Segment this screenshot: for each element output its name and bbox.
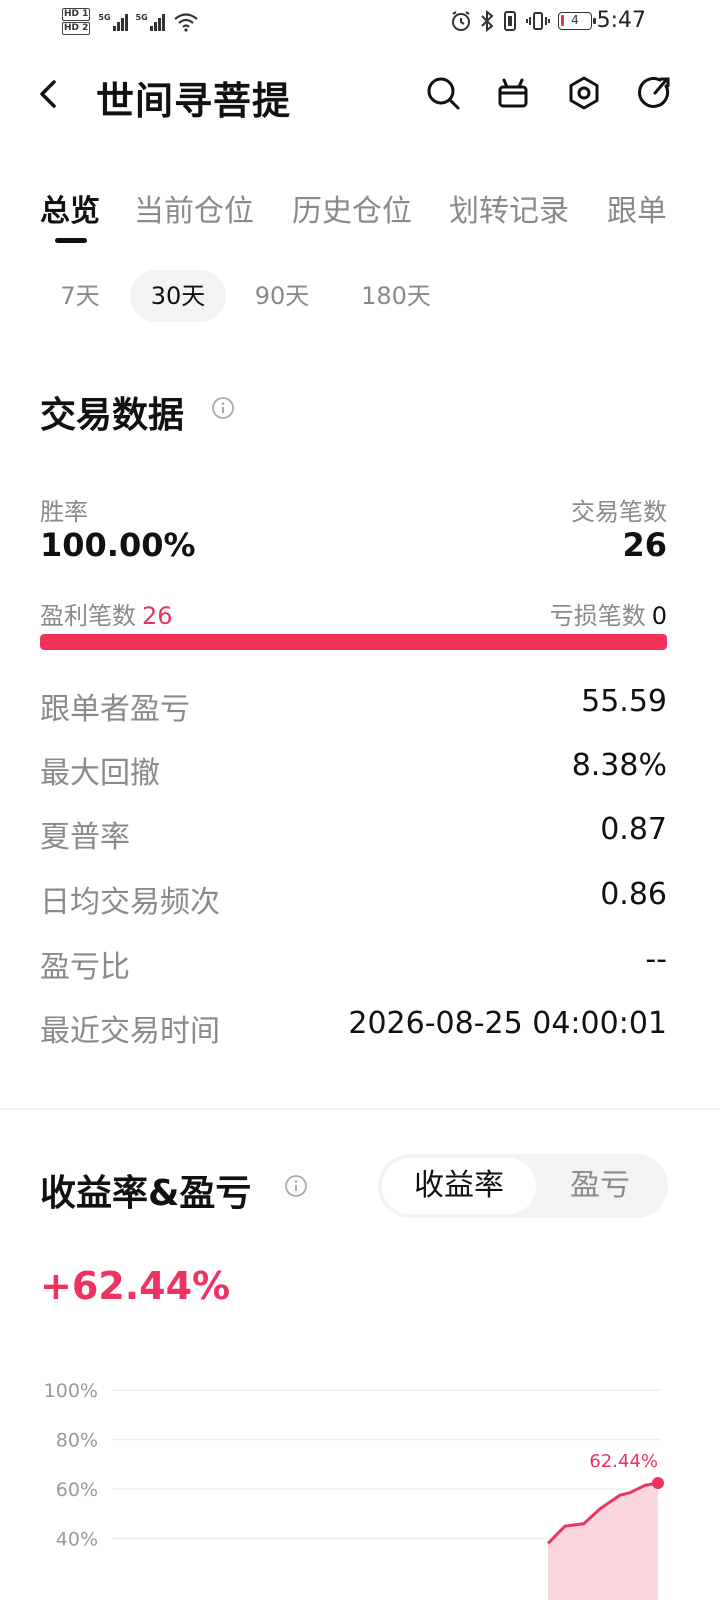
return-area [548, 1482, 658, 1600]
trade-data-title: 交易数据 [40, 395, 185, 436]
stat-label: 最大回撤 [40, 756, 160, 791]
stat-value: 0.87 [600, 812, 667, 847]
battery-icon: 4 [558, 12, 596, 30]
returns-toggle: 收益率 盈亏 [378, 1154, 668, 1218]
loss-count-value: 0 [651, 602, 667, 630]
active-tab-indicator [55, 238, 87, 243]
vibrate-icon [526, 12, 550, 30]
search-icon[interactable] [424, 74, 462, 112]
section-divider [0, 1108, 720, 1110]
profit-count-row: 盈利笔数 26 [40, 596, 173, 631]
loss-count-label: 亏损笔数 [549, 602, 646, 630]
signal-1-icon: 5G [98, 13, 128, 31]
y-tick-label: 80% [56, 1430, 98, 1452]
stat-value: 8.38% [571, 748, 667, 783]
win-loss-bar-fill [40, 634, 667, 650]
stat-value: -- [645, 942, 667, 977]
total-return-value: +62.44% [40, 1264, 231, 1308]
hd1-badge: HD 1 [62, 8, 91, 21]
tab-overview[interactable]: 总览 [40, 186, 100, 230]
hd-indicators: HD 1 HD 2 [62, 8, 91, 36]
stat-label: 跟单者盈亏 [40, 692, 190, 727]
end-value-label: 62.44% [589, 1451, 658, 1472]
tab-bar: 总览 当前仓位 历史仓位 划转记录 跟单 [0, 180, 720, 250]
tab-current-positions[interactable]: 当前仓位 [134, 186, 254, 230]
trades-label: 交易笔数 [571, 498, 667, 526]
signal-2-icon: 5G [136, 13, 165, 31]
back-icon[interactable] [34, 76, 64, 112]
tab-transfer-records[interactable]: 划转记录 [449, 186, 569, 230]
period-90d[interactable]: 90天 [238, 270, 326, 322]
y-tick-label: 40% [56, 1529, 98, 1551]
loss-count-row: 亏损笔数 0 [550, 596, 667, 631]
period-30d[interactable]: 30天 [130, 270, 226, 322]
return-chart: 100% 80% 60% 40% 62.44% [44, 1380, 664, 1600]
returns-title: 收益率&盈亏 [40, 1173, 252, 1214]
gift-icon[interactable] [494, 74, 532, 112]
info-icon[interactable] [284, 1174, 308, 1198]
status-bar: HD 1 HD 2 5G 5G 4 5:47 [0, 0, 720, 48]
nfc-icon [504, 11, 516, 31]
page-title: 世间寻菩提 [96, 79, 292, 123]
stat-row: 最近交易时间 2026-08-25 04:00:01 [40, 1006, 667, 1049]
y-tick-label: 100% [44, 1380, 98, 1402]
stat-row: 盈亏比 -- [40, 942, 667, 985]
toggle-pnl[interactable]: 盈亏 [536, 1158, 664, 1214]
tab-history-positions[interactable]: 历史仓位 [292, 186, 412, 230]
stat-label: 夏普率 [40, 820, 130, 855]
win-rate-label: 胜率 [40, 498, 88, 526]
share-icon[interactable] [636, 74, 674, 112]
stat-label: 最近交易时间 [40, 1014, 220, 1049]
stat-row: 夏普率 0.87 [40, 812, 667, 855]
profit-count-value: 26 [142, 602, 173, 630]
period-7d[interactable]: 7天 [40, 270, 120, 322]
toggle-return-rate[interactable]: 收益率 [382, 1158, 536, 1214]
wifi-icon [173, 13, 198, 32]
tab-copy-trading[interactable]: 跟单 [607, 186, 667, 230]
trades-value: 26 [622, 526, 667, 564]
profit-count-label: 盈利笔数 [40, 602, 136, 630]
settings-icon[interactable] [565, 74, 603, 112]
stat-value: 0.86 [600, 877, 667, 912]
period-180d[interactable]: 180天 [344, 270, 448, 322]
win-rate-value: 100.00% [40, 526, 196, 564]
stat-value: 2026-08-25 04:00:01 [348, 1006, 667, 1041]
app-header: 世间寻菩提 [0, 56, 720, 132]
stat-label: 日均交易频次 [40, 885, 220, 920]
info-icon[interactable] [211, 396, 235, 420]
stat-value: 55.59 [581, 684, 667, 719]
stat-label: 盈亏比 [40, 950, 130, 985]
stat-row: 跟单者盈亏 55.59 [40, 684, 667, 727]
alarm-icon [452, 11, 470, 31]
clock: 5:47 [596, 8, 646, 33]
end-point [652, 1476, 664, 1489]
bluetooth-icon [481, 10, 494, 32]
hd2-badge: HD 2 [62, 22, 91, 35]
stat-row: 日均交易频次 0.86 [40, 877, 667, 920]
win-loss-bar [40, 634, 667, 650]
y-tick-label: 60% [56, 1479, 98, 1501]
stat-row: 最大回撤 8.38% [40, 748, 667, 791]
